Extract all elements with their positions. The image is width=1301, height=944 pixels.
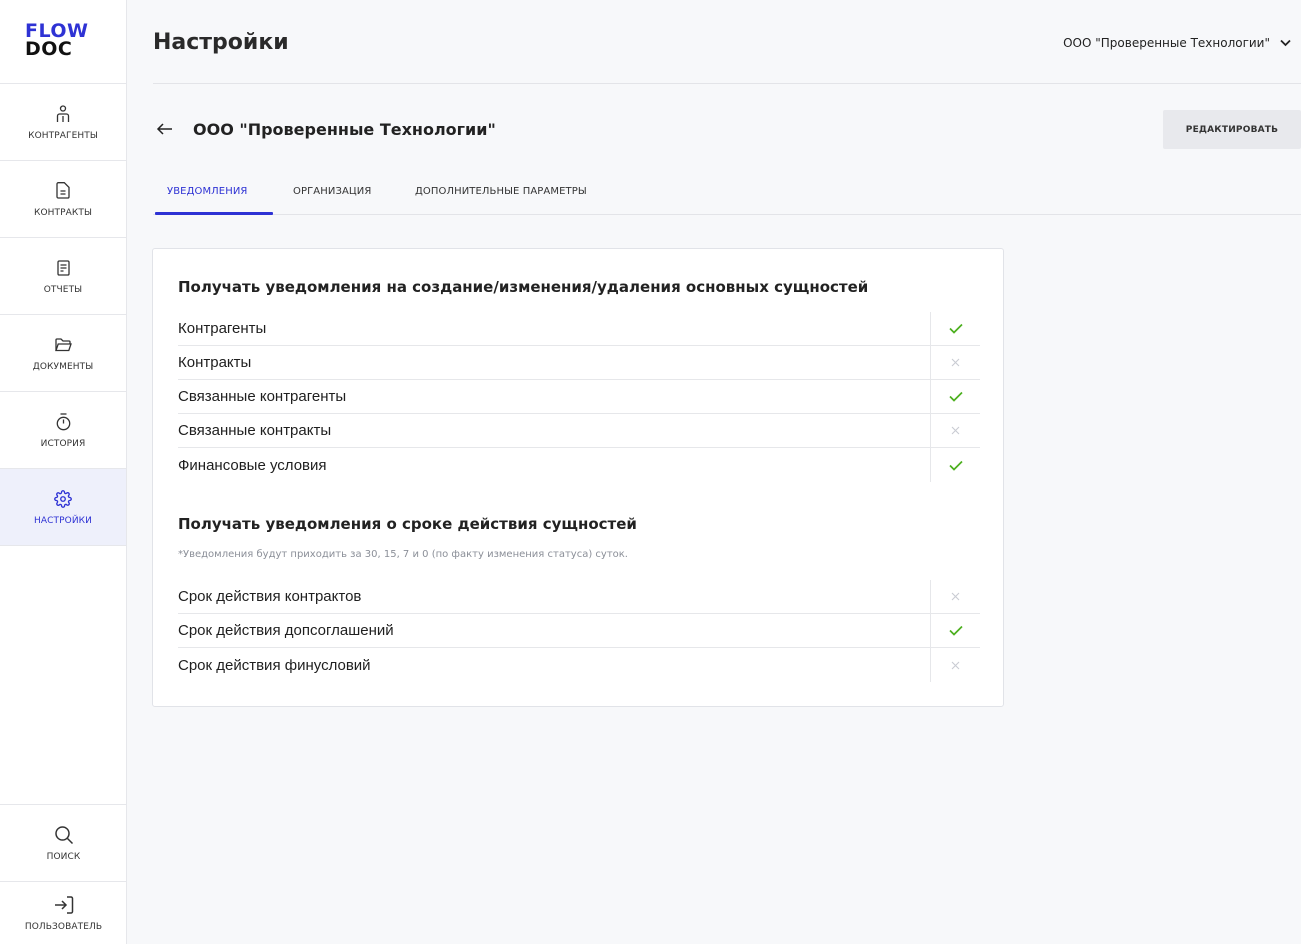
entity-notifications-list: Контрагенты Контракты Связанные контраге… bbox=[178, 311, 980, 482]
report-icon bbox=[53, 258, 73, 278]
list-item: Финансовые условия bbox=[178, 448, 980, 482]
sidebar-item-settings[interactable]: НАСТРОЙКИ bbox=[0, 469, 126, 546]
active-tab-indicator bbox=[155, 212, 273, 215]
expiry-notifications-list: Срок действия контрактов Срок действия д… bbox=[178, 579, 980, 682]
sidebar-bottom: ПОИСК ПОЛЬЗОВАТЕЛЬ bbox=[0, 804, 127, 944]
list-item-label: Финансовые условия bbox=[178, 456, 327, 474]
sidebar-item-history[interactable]: ИСТОРИЯ bbox=[0, 392, 126, 469]
list-item-label: Контрагенты bbox=[178, 320, 267, 337]
list-item-label: Связанные контракты bbox=[178, 422, 332, 439]
organization-selector-value: ООО "Проверенные Технологии" bbox=[1063, 36, 1270, 50]
cross-icon[interactable] bbox=[930, 579, 980, 614]
organization-title: ООО "Проверенные Технологии" bbox=[193, 120, 496, 139]
list-item-label: Контракты bbox=[178, 354, 252, 371]
list-item: Контракты bbox=[178, 345, 980, 380]
cross-icon[interactable] bbox=[930, 345, 980, 380]
list-item: Срок действия допсоглашений bbox=[178, 613, 980, 648]
logo[interactable]: FLOW DOC bbox=[0, 0, 126, 84]
list-item: Связанные контрагенты bbox=[178, 379, 980, 414]
page-header: Настройки ООО "Проверенные Технологии" bbox=[153, 0, 1301, 84]
sidebar-item-label: ОТЧЕТЫ bbox=[43, 284, 83, 295]
list-item: Срок действия контрактов bbox=[178, 579, 980, 614]
list-item: Срок действия финусловий bbox=[178, 648, 980, 682]
list-item-label: Срок действия контрактов bbox=[178, 588, 362, 605]
check-icon[interactable] bbox=[930, 613, 980, 648]
cross-icon[interactable] bbox=[930, 413, 980, 448]
person-icon bbox=[53, 104, 73, 124]
section-title: Получать уведомления на создание/изменен… bbox=[178, 278, 869, 296]
folder-icon bbox=[53, 335, 73, 355]
tab-notifications[interactable]: УВЕДОМЛЕНИЯ bbox=[167, 186, 247, 197]
list-item-label: Связанные контрагенты bbox=[178, 388, 347, 405]
sidebar-item-documents[interactable]: ДОКУМЕНТЫ bbox=[0, 315, 126, 392]
back-arrow-icon[interactable] bbox=[155, 119, 175, 139]
sidebar-item-contracts[interactable]: КОНТРАКТЫ bbox=[0, 161, 126, 238]
stopwatch-icon bbox=[53, 412, 73, 432]
sidebar-item-search[interactable]: ПОИСК bbox=[0, 805, 127, 882]
sidebar-item-label: НАСТРОЙКИ bbox=[34, 515, 92, 526]
notifications-card: Получать уведомления на создание/изменен… bbox=[152, 248, 1004, 707]
tabs: УВЕДОМЛЕНИЯ ОРГАНИЗАЦИЯ ДОПОЛНИТЕЛЬНЫЕ П… bbox=[153, 172, 1301, 215]
sidebar-item-label: КОНТРАКТЫ bbox=[33, 207, 93, 218]
edit-button[interactable]: РЕДАКТИРОВАТЬ bbox=[1163, 110, 1301, 149]
section-note: *Уведомления будут приходить за 30, 15, … bbox=[178, 549, 628, 560]
organization-selector[interactable]: ООО "Проверенные Технологии" bbox=[1063, 36, 1291, 50]
sidebar-item-label: ПОЛЬЗОВАТЕЛЬ bbox=[24, 921, 103, 932]
chevron-down-icon bbox=[1280, 36, 1291, 50]
gear-icon bbox=[53, 489, 73, 509]
cross-icon[interactable] bbox=[930, 648, 980, 682]
sidebar-item-reports[interactable]: ОТЧЕТЫ bbox=[0, 238, 126, 315]
check-icon[interactable] bbox=[930, 311, 980, 346]
document-icon bbox=[53, 181, 73, 201]
sidebar-item-user[interactable]: ПОЛЬЗОВАТЕЛЬ bbox=[0, 882, 127, 944]
list-item-label: Срок действия финусловий bbox=[178, 656, 371, 674]
page-title: Настройки bbox=[153, 30, 289, 55]
sidebar-item-label: ДОКУМЕНТЫ bbox=[32, 361, 94, 372]
check-icon[interactable] bbox=[930, 448, 980, 482]
sidebar: FLOW DOC КОНТРАГЕНТЫ КОНТРАКТЫ ОТЧЕТЫ ДО… bbox=[0, 0, 127, 944]
check-icon[interactable] bbox=[930, 379, 980, 414]
logo-line-2: DOC bbox=[25, 38, 73, 60]
list-item: Контрагенты bbox=[178, 311, 980, 346]
search-icon bbox=[54, 825, 74, 845]
sidebar-item-counterparties[interactable]: КОНТРАГЕНТЫ bbox=[0, 84, 126, 161]
list-item-label: Срок действия допсоглашений bbox=[178, 622, 394, 639]
sidebar-item-label: ИСТОРИЯ bbox=[40, 438, 86, 449]
tab-organization[interactable]: ОРГАНИЗАЦИЯ bbox=[293, 186, 371, 197]
list-item: Связанные контракты bbox=[178, 413, 980, 448]
section-title: Получать уведомления о сроке действия су… bbox=[178, 515, 637, 533]
sidebar-item-label: ПОИСК bbox=[46, 851, 81, 862]
tab-additional-parameters[interactable]: ДОПОЛНИТЕЛЬНЫЕ ПАРАМЕТРЫ bbox=[415, 186, 587, 197]
sidebar-item-label: КОНТРАГЕНТЫ bbox=[28, 130, 98, 141]
login-icon bbox=[54, 895, 74, 915]
